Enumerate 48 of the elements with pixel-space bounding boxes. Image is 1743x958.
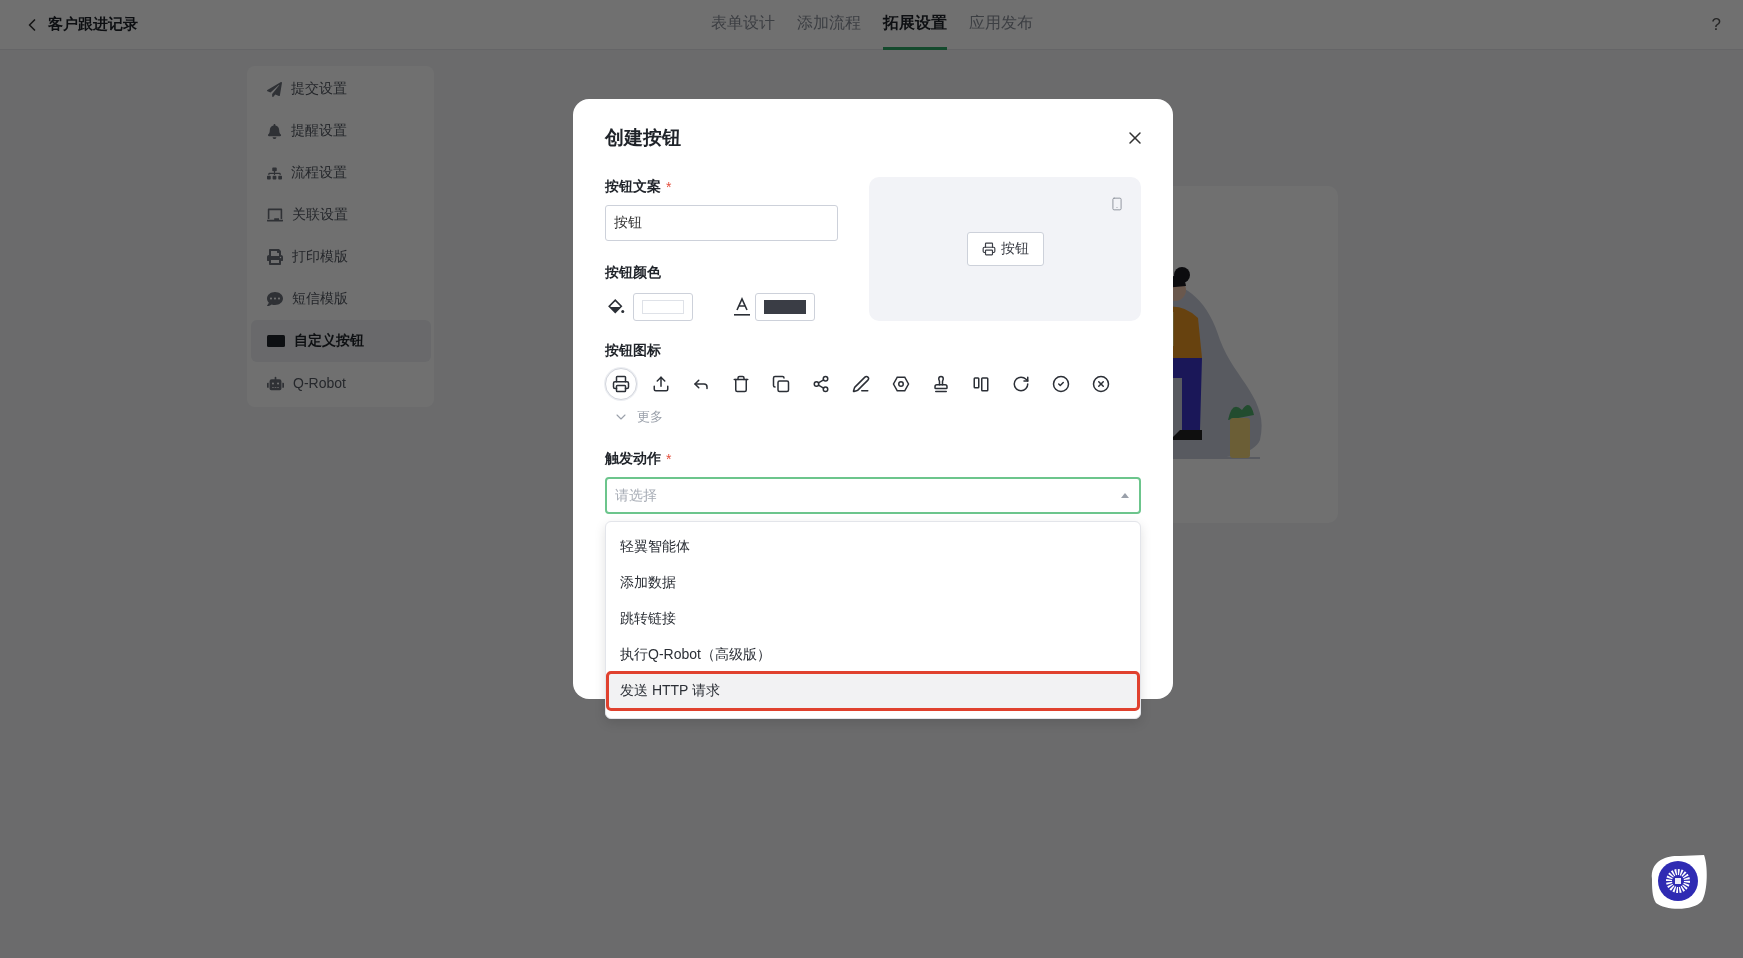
more-link[interactable]: 更多 bbox=[605, 407, 663, 427]
color-picker[interactable] bbox=[755, 293, 815, 321]
page-title: 客户跟进记录 bbox=[48, 15, 138, 34]
rotate-icon bbox=[1012, 375, 1030, 393]
board-icon bbox=[267, 207, 283, 223]
sidebar-item[interactable]: 短信模版 bbox=[251, 278, 431, 320]
hexagon-icon bbox=[892, 375, 910, 393]
sidebar-item[interactable]: 提交设置 bbox=[251, 68, 431, 110]
printer-icon bbox=[267, 249, 283, 265]
robot-icon bbox=[267, 374, 284, 392]
nav-tab[interactable]: 拓展设置 bbox=[882, 0, 947, 50]
trash-icon bbox=[732, 375, 750, 393]
pen-icon bbox=[852, 375, 870, 393]
select-field[interactable]: 请选择 bbox=[605, 477, 1141, 514]
sidebar-item[interactable]: 流程设置 bbox=[251, 152, 431, 194]
paint-bucket-icon bbox=[607, 298, 625, 316]
sidebar-item[interactable]: 提醒设置 bbox=[251, 110, 431, 152]
stamp-icon bbox=[932, 375, 950, 393]
copy-icon bbox=[772, 375, 790, 393]
field-label: 触发动作 * bbox=[605, 449, 673, 469]
check-circle-icon bbox=[1052, 375, 1070, 393]
icon-option[interactable] bbox=[605, 368, 637, 400]
sidebar-item[interactable]: 关联设置 bbox=[251, 194, 431, 236]
dialog-title: 创建按钮 bbox=[605, 126, 681, 150]
hierarchy-icon bbox=[267, 165, 282, 181]
share-icon bbox=[812, 375, 830, 393]
sidebar-item[interactable]: 打印模版 bbox=[251, 236, 431, 278]
dropdown-option[interactable]: 发送 HTTP 请求 bbox=[608, 673, 1138, 709]
printer-icon bbox=[981, 242, 996, 256]
close-circle-icon bbox=[1092, 375, 1110, 393]
sidebar-item[interactable]: 自定义按钮 bbox=[251, 320, 431, 362]
color-picker[interactable] bbox=[633, 293, 693, 321]
help-icon[interactable]: ? bbox=[1711, 14, 1721, 35]
rectangle-icon bbox=[267, 335, 285, 347]
field-label: 按钮文案 * bbox=[605, 177, 673, 197]
field-label: 按钮图标 bbox=[605, 341, 662, 360]
columns-icon bbox=[972, 375, 990, 393]
chat-icon bbox=[267, 291, 283, 307]
bell-icon bbox=[267, 123, 282, 139]
input-field[interactable]: 按钮 bbox=[605, 205, 838, 241]
text-color-icon bbox=[733, 297, 751, 317]
field-label: 按钮颜色 bbox=[605, 263, 662, 282]
upload-icon bbox=[652, 375, 670, 393]
send-icon bbox=[267, 81, 282, 97]
printer-icon bbox=[612, 375, 630, 393]
caret-icon bbox=[1121, 493, 1129, 498]
preview-button[interactable]: 按钮 bbox=[966, 232, 1044, 266]
sidebar-item[interactable]: Q-Robot bbox=[251, 362, 431, 404]
